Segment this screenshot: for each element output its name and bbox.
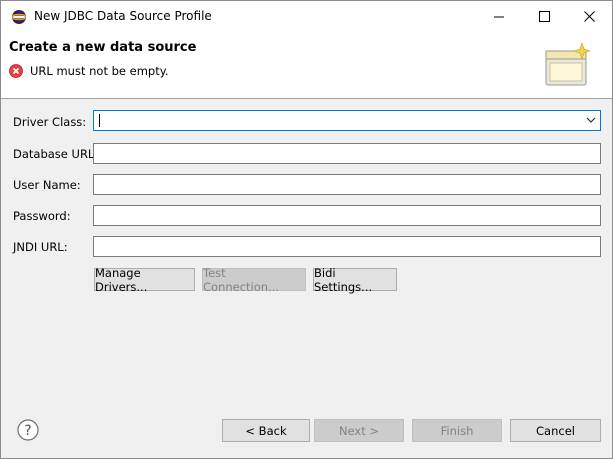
database-url-label: Database URL:: [13, 147, 99, 161]
chevron-down-icon[interactable]: [586, 116, 596, 124]
next-button[interactable]: Next >: [314, 419, 404, 442]
test-connection-button[interactable]: Test Connection...: [202, 266, 306, 294]
error-message: URL must not be empty.: [30, 64, 169, 78]
minimize-icon: [494, 16, 504, 17]
user-name-label: User Name:: [13, 178, 81, 192]
dialog-window: New JDBC Data Source Profile Create a ne…: [0, 0, 613, 459]
title-bar: New JDBC Data Source Profile: [1, 1, 612, 32]
close-button[interactable]: [566, 1, 612, 32]
maximize-icon: [538, 11, 550, 22]
text-caret: [99, 114, 100, 127]
bidi-settings-button[interactable]: Bidi Settings...: [313, 266, 397, 294]
app-icon: [12, 10, 26, 24]
minimize-button[interactable]: [476, 1, 522, 32]
page-title: Create a new data source: [9, 40, 197, 55]
driver-class-label: Driver Class:: [13, 115, 87, 129]
jndi-url-label: JNDI URL:: [13, 240, 68, 254]
error-message-row: URL must not be empty.: [9, 64, 169, 78]
window-title: New JDBC Data Source Profile: [34, 9, 212, 23]
back-button[interactable]: < Back: [222, 419, 310, 442]
error-icon: [9, 64, 23, 78]
wizard-banner-icon: [545, 42, 591, 86]
finish-button[interactable]: Finish: [412, 419, 502, 442]
user-name-input[interactable]: [93, 174, 601, 195]
svg-text:?: ?: [24, 423, 31, 439]
manage-drivers-button[interactable]: Manage Drivers...: [94, 266, 195, 294]
password-label: Password:: [13, 209, 71, 223]
password-input[interactable]: [93, 205, 601, 226]
help-icon[interactable]: ?: [17, 419, 39, 441]
close-icon: [583, 11, 595, 22]
database-url-input[interactable]: [93, 143, 601, 164]
wizard-header: Create a new data source URL must not be…: [1, 32, 612, 99]
jndi-url-input[interactable]: [93, 236, 601, 257]
maximize-button[interactable]: [521, 1, 567, 32]
cancel-button[interactable]: Cancel: [510, 419, 601, 442]
driver-class-combo[interactable]: [93, 110, 601, 131]
